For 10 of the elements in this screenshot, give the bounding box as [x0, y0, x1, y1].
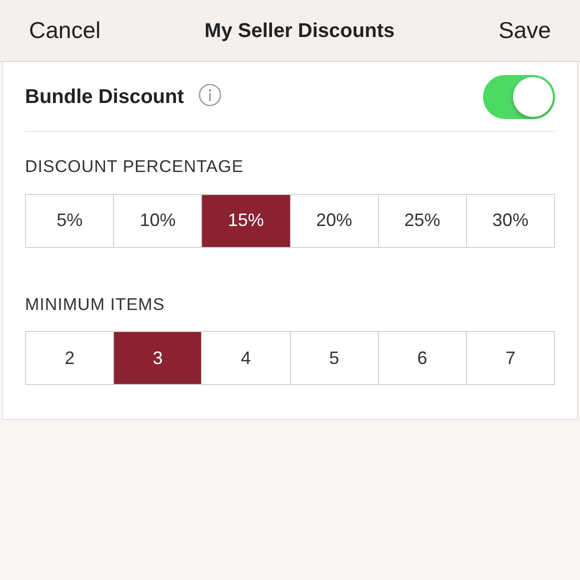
screen-title: My Seller Discounts — [204, 18, 395, 44]
section-heading: MINIMUM ITEMS — [25, 294, 166, 316]
segment-option[interactable]: 3 — [113, 332, 202, 384]
save-button[interactable]: Save — [498, 13, 551, 48]
bundle-toggle[interactable] — [483, 74, 555, 118]
segment-option[interactable]: 15% — [201, 194, 290, 246]
section-heading: DISCOUNT PERCENTAGE — [25, 156, 245, 178]
bundle-discount-label: Bundle Discount — [25, 84, 184, 110]
info-icon[interactable] — [198, 82, 222, 106]
cancel-button[interactable]: Cancel — [29, 13, 101, 48]
